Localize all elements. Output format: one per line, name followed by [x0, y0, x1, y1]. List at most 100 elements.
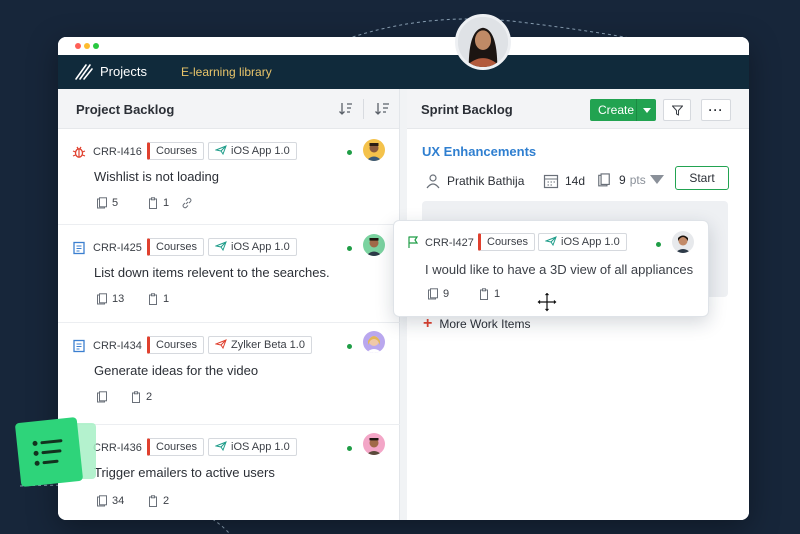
assignee-avatar[interactable] [363, 433, 385, 455]
module-tag[interactable]: Courses [147, 438, 204, 456]
item-title[interactable]: List down items relevent to the searches… [94, 265, 330, 280]
release-label: iOS App 1.0 [231, 441, 290, 453]
release-tag[interactable]: iOS App 1.0 [208, 142, 297, 160]
sprint-points[interactable]: 9 pts [597, 173, 668, 187]
module-tag[interactable]: Courses [147, 238, 204, 256]
chevron-down-icon [649, 175, 664, 184]
user-icon [426, 174, 440, 189]
release-tag[interactable]: iOS App 1.0 [208, 438, 297, 456]
attachments-count: 1 [147, 293, 169, 305]
sprint-duration: 14d [543, 173, 585, 189]
item-title[interactable]: I would like to have a 3D view of all ap… [425, 262, 693, 277]
sprint-points-value: 9 [619, 173, 626, 187]
backlog-item[interactable]: CRR-I434 Courses Zylker Beta 1.0 Generat… [58, 323, 400, 425]
assignee-avatar[interactable] [363, 139, 385, 161]
release-tag[interactable]: iOS App 1.0 [208, 238, 297, 256]
portal-link-e-learning-library[interactable]: E-learning library [181, 65, 272, 79]
clipboard-icon [149, 293, 157, 305]
attachments-count: 1 [147, 197, 169, 209]
sprint-backlog-title: Sprint Backlog [421, 102, 513, 117]
status-dot [347, 344, 352, 349]
status-dot [347, 150, 352, 155]
subtasks-count [96, 391, 112, 403]
more-work-items-button[interactable]: + More Work Items [423, 315, 531, 332]
subtasks-icon [97, 197, 107, 209]
user-profile-avatar[interactable] [455, 14, 511, 70]
release-tag[interactable]: Zylker Beta 1.0 [208, 336, 312, 354]
release-label: iOS App 1.0 [231, 241, 290, 253]
list-badge-icon [14, 416, 84, 488]
create-dropdown-toggle[interactable] [636, 99, 656, 121]
filter-button[interactable] [663, 99, 691, 121]
module-tag[interactable]: Courses [478, 233, 535, 251]
release-plane-icon [215, 241, 227, 251]
subtasks-icon [97, 293, 107, 305]
backlog-item[interactable]: CRR-I416 Courses iOS App 1.0 Wishlist is… [58, 129, 400, 225]
clipboard-icon [480, 288, 488, 300]
item-title[interactable]: Generate ideas for the video [94, 363, 258, 378]
status-dot [347, 246, 352, 251]
points-icon [598, 173, 610, 187]
subtasks-icon [428, 288, 438, 300]
release-plane-icon [215, 145, 227, 155]
backlog-item[interactable]: CRR-I425 Courses iOS App 1.0 List down i… [58, 225, 400, 323]
sprint-backlog-header: Sprint Backlog Create ··· [407, 89, 749, 129]
clipboard-icon [149, 197, 157, 209]
item-id[interactable]: CRR-I427 [425, 237, 474, 249]
subtasks-icon [97, 391, 107, 403]
story-icon [73, 339, 85, 353]
link-icon[interactable] [181, 197, 193, 209]
project-backlog-title: Project Backlog [76, 102, 175, 117]
start-sprint-button[interactable]: Start [675, 166, 729, 190]
sprint-owner-name: Prathik Bathija [447, 174, 525, 188]
maximize-window-icon[interactable] [93, 43, 99, 49]
projects-logo-icon [75, 64, 93, 80]
create-button-label: Create [598, 103, 635, 117]
project-backlog-header: Project Backlog [58, 89, 399, 129]
chevron-down-icon [642, 108, 651, 113]
subtasks-count: 13 [96, 293, 124, 305]
item-id[interactable]: CRR-I425 [93, 242, 142, 254]
more-options-button[interactable]: ··· [701, 99, 731, 121]
sort-options-icon[interactable] [374, 101, 390, 117]
assignee-avatar[interactable] [363, 331, 385, 353]
sprint-owner[interactable]: Prathik Bathija [425, 173, 524, 189]
create-button[interactable]: Create [590, 99, 656, 121]
backlog-item[interactable]: CRR-I436 Courses iOS App 1.0 Trigger ema… [58, 425, 400, 520]
sprint-name[interactable]: UX Enhancements [422, 144, 536, 159]
attachments-count: 2 [130, 391, 152, 403]
close-window-icon[interactable] [75, 43, 81, 49]
release-label: iOS App 1.0 [561, 236, 620, 248]
assignee-avatar[interactable] [672, 231, 694, 253]
subtasks-count: 5 [96, 197, 118, 209]
module-tag[interactable]: Courses [147, 336, 204, 354]
status-dot [656, 242, 661, 247]
release-tag[interactable]: iOS App 1.0 [538, 233, 627, 251]
release-plane-icon [215, 339, 227, 349]
sprint-points-unit: pts [629, 173, 646, 187]
app-title[interactable]: Projects [100, 64, 147, 79]
subtasks-icon [97, 495, 107, 507]
item-id[interactable]: CRR-I416 [93, 146, 142, 158]
item-title[interactable]: Trigger emailers to active users [94, 465, 275, 480]
top-navbar: Projects E-learning library [58, 55, 749, 89]
item-id[interactable]: CRR-I436 [93, 442, 142, 454]
attachments-count: 1 [478, 288, 500, 300]
subtasks-count: 34 [96, 495, 124, 507]
sort-order-icon[interactable] [338, 101, 354, 117]
clipboard-icon [149, 495, 157, 507]
module-tag[interactable]: Courses [147, 142, 204, 160]
more-work-items-label: More Work Items [439, 317, 531, 331]
item-title[interactable]: Wishlist is not loading [94, 169, 219, 184]
calendar-icon [543, 174, 559, 189]
move-cursor-icon [536, 291, 558, 313]
window-titlebar [58, 37, 749, 55]
story-icon [73, 241, 85, 255]
assignee-avatar[interactable] [363, 234, 385, 256]
bug-icon [72, 146, 86, 158]
minimize-window-icon[interactable] [84, 43, 90, 49]
filter-icon [670, 105, 684, 116]
release-label: iOS App 1.0 [231, 145, 290, 157]
item-id[interactable]: CRR-I434 [93, 340, 142, 352]
plus-icon: + [423, 315, 433, 332]
